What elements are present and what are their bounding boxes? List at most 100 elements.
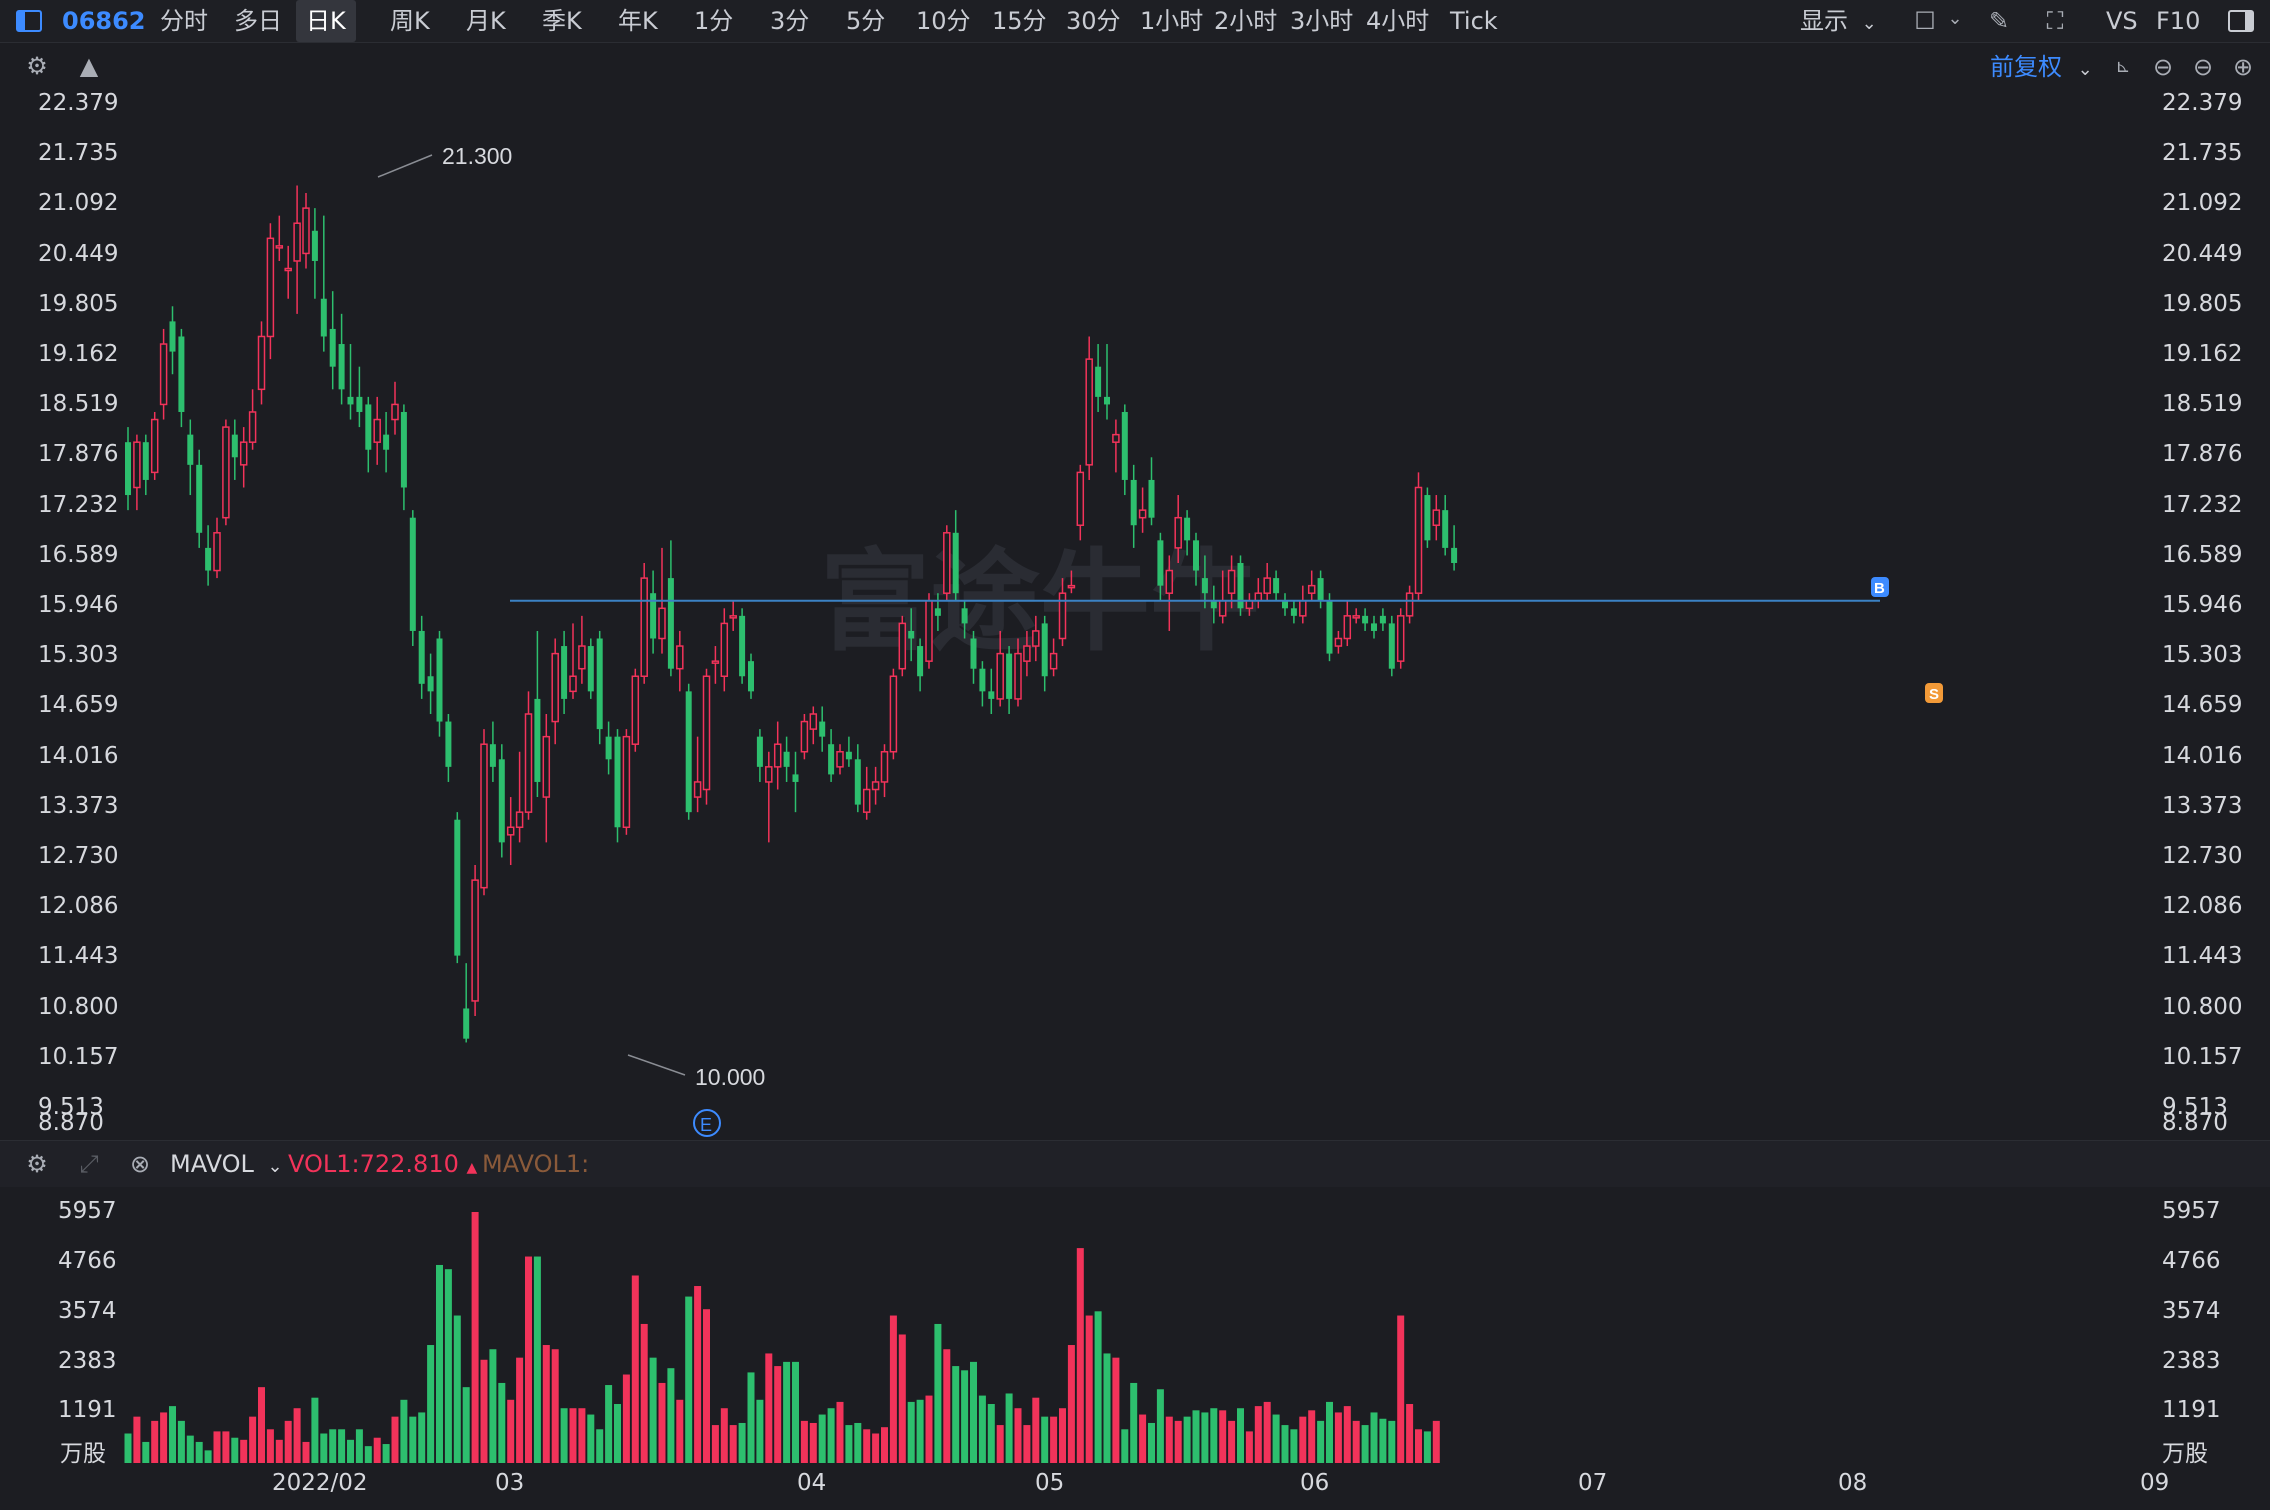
volume-bar[interactable] — [747, 1372, 755, 1463]
candle-body[interactable] — [862, 788, 871, 813]
volume-bar[interactable] — [1192, 1410, 1200, 1463]
volume-bar[interactable] — [258, 1387, 265, 1463]
candle-body[interactable] — [1442, 510, 1449, 548]
candle-body[interactable] — [1157, 540, 1164, 586]
volume-bar[interactable] — [996, 1425, 1004, 1463]
volume-bar[interactable] — [1326, 1401, 1333, 1463]
volume-bar[interactable] — [1299, 1416, 1307, 1463]
candle-body[interactable] — [275, 245, 284, 249]
volume-bar[interactable] — [952, 1366, 960, 1463]
volume-bar[interactable] — [302, 1441, 310, 1463]
volume-bar[interactable] — [489, 1349, 497, 1463]
volume-bar[interactable] — [320, 1433, 328, 1463]
candle-body[interactable] — [187, 434, 194, 465]
volume-bar[interactable] — [916, 1399, 924, 1463]
candle-body[interactable] — [248, 411, 257, 443]
candle-body[interactable] — [463, 1008, 470, 1039]
volume-bar[interactable] — [1370, 1412, 1378, 1463]
candle-body[interactable] — [524, 713, 533, 813]
volume-bar[interactable] — [863, 1429, 871, 1463]
candle-body[interactable] — [1299, 599, 1307, 617]
volume-bar[interactable] — [177, 1420, 185, 1463]
candle-body[interactable] — [418, 630, 425, 684]
volume-bar[interactable] — [1005, 1393, 1013, 1463]
volume-bar[interactable] — [240, 1439, 248, 1463]
volume-bar[interactable] — [462, 1387, 470, 1463]
volume-bar[interactable] — [800, 1420, 808, 1463]
volume-bar[interactable] — [142, 1441, 150, 1463]
candle-body[interactable] — [178, 336, 185, 412]
candle-body[interactable] — [871, 781, 880, 791]
volume-bar[interactable] — [676, 1399, 684, 1463]
candle-body[interactable] — [133, 441, 141, 489]
candle-body[interactable] — [534, 698, 541, 782]
candle-body[interactable] — [854, 759, 861, 805]
candle-body[interactable] — [383, 434, 390, 450]
volume-bar[interactable] — [818, 1414, 826, 1463]
candle-body[interactable] — [702, 675, 711, 791]
volume-bar[interactable] — [1263, 1401, 1271, 1463]
volume-bar[interactable] — [1228, 1420, 1236, 1463]
candle-body[interactable] — [391, 403, 399, 421]
volume-bar[interactable] — [427, 1345, 435, 1463]
volume-bar[interactable] — [1237, 1408, 1244, 1463]
volume-bar[interactable] — [160, 1412, 168, 1463]
volume-bar[interactable] — [551, 1349, 559, 1463]
volume-bar[interactable] — [418, 1412, 426, 1463]
volume-bar[interactable] — [1121, 1429, 1129, 1463]
volume-bar[interactable] — [1085, 1315, 1093, 1463]
candle-body[interactable] — [640, 577, 648, 678]
volume-bar[interactable] — [703, 1309, 710, 1463]
volume-bar[interactable] — [213, 1431, 221, 1463]
volume-bar[interactable] — [471, 1212, 479, 1463]
candle-body[interactable] — [988, 691, 995, 699]
candle-body[interactable] — [676, 645, 684, 670]
volume-bar[interactable] — [1201, 1412, 1209, 1463]
volume-bar[interactable] — [1148, 1422, 1155, 1463]
volume-bar[interactable] — [1014, 1408, 1022, 1463]
candle-body[interactable] — [1085, 358, 1093, 466]
candle-body[interactable] — [1263, 577, 1271, 594]
candle-body[interactable] — [836, 751, 844, 768]
volume-bar[interactable] — [907, 1401, 915, 1463]
candle-body[interactable] — [1227, 569, 1236, 594]
volume-bar[interactable] — [720, 1408, 728, 1463]
volume-bar[interactable] — [480, 1359, 488, 1463]
candle-body[interactable] — [631, 675, 640, 745]
candle-body[interactable] — [213, 532, 221, 572]
candle-body[interactable] — [1396, 615, 1405, 662]
candle-body[interactable] — [729, 615, 737, 619]
candle-body[interactable] — [1032, 630, 1040, 647]
candle-body[interactable] — [1414, 486, 1423, 594]
volume-bar[interactable] — [898, 1334, 906, 1463]
volume-bar[interactable] — [765, 1353, 773, 1463]
candle-body[interactable] — [1095, 366, 1102, 397]
volume-bar[interactable] — [542, 1345, 550, 1463]
volume-bar[interactable] — [845, 1425, 853, 1463]
candle-body[interactable] — [284, 267, 292, 272]
expand-icon[interactable]: ⤢ — [74, 1149, 104, 1179]
volume-bar[interactable] — [658, 1382, 666, 1463]
candle-body[interactable] — [1343, 615, 1352, 640]
candle-body[interactable] — [159, 343, 168, 406]
candle-body[interactable] — [1405, 592, 1414, 617]
volume-bar[interactable] — [836, 1401, 844, 1463]
volume-bar[interactable] — [1317, 1420, 1325, 1463]
volume-bar[interactable] — [293, 1408, 301, 1463]
candle-body[interactable] — [1121, 411, 1128, 480]
volume-bar[interactable] — [453, 1315, 461, 1463]
volume-bar[interactable] — [1210, 1408, 1218, 1463]
volume-bar[interactable] — [204, 1450, 212, 1463]
volume-bar[interactable] — [1379, 1418, 1387, 1463]
volume-bar[interactable] — [1183, 1416, 1191, 1463]
volume-bar[interactable] — [569, 1408, 577, 1463]
candle-body[interactable] — [320, 298, 327, 337]
candle-body[interactable] — [819, 721, 826, 737]
candle-body[interactable] — [489, 744, 496, 767]
candle-body[interactable] — [828, 744, 835, 775]
volume-bar[interactable] — [978, 1395, 986, 1463]
volume-bar[interactable] — [151, 1420, 159, 1463]
candle-body[interactable] — [1201, 578, 1208, 594]
volume-bar[interactable] — [640, 1323, 648, 1463]
candle-body[interactable] — [748, 661, 754, 692]
